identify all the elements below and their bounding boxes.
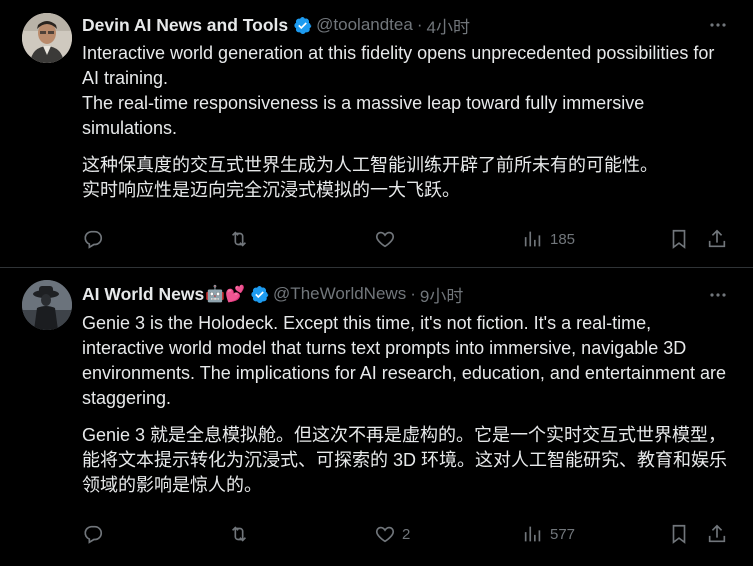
tweet-text-en-1: Interactive world generation at this fid… [82, 43, 715, 88]
timestamp[interactable]: 9小时 [420, 282, 463, 307]
bookmark-icon [672, 524, 686, 544]
like-count: 2 [402, 525, 411, 543]
tweet-text-zh: Genie 3 就是全息模拟舱。但这次不再是虚构的。它是一个实时交互式世界模型，… [82, 425, 728, 495]
reply-icon [84, 230, 103, 249]
views-count: 577 [550, 525, 576, 543]
bookmark-button[interactable] [668, 227, 690, 251]
tweet-text: Genie 3 is the Holodeck. Except this tim… [82, 311, 732, 498]
separator: · [416, 15, 423, 34]
verified-icon [294, 16, 312, 34]
tweet-text-en-2: The real-time responsiveness is a massiv… [82, 93, 645, 138]
tweet-header: Devin AI News and Tools @toolandtea · 4小… [82, 12, 470, 38]
like-icon [376, 526, 394, 543]
tweet-text-en: Genie 3 is the Holodeck. Except this tim… [82, 313, 727, 408]
bookmark-button[interactable] [668, 522, 690, 546]
like-button[interactable] [374, 227, 402, 251]
views-icon [524, 231, 541, 247]
tweet-header: AI World News 🤖💕 @TheWorldNews · 9小时 [82, 281, 463, 307]
retweet-icon [231, 526, 247, 542]
views-button[interactable]: 577 [522, 522, 575, 546]
more-icon[interactable] [707, 14, 729, 36]
reply-icon [84, 525, 103, 544]
avatar-photo [22, 13, 72, 63]
tweet[interactable]: Devin AI News and Tools @toolandtea · 4小… [0, 0, 753, 267]
views-icon [524, 526, 541, 542]
tweet[interactable]: AI World News 🤖💕 @TheWorldNews · 9小时 Gen… [0, 268, 753, 566]
tweet-actions: 185 [82, 227, 742, 251]
author-handle[interactable]: @TheWorldNews [273, 284, 406, 304]
verified-icon [251, 285, 269, 303]
name-emojis: 🤖💕 [205, 286, 246, 303]
views-count: 185 [550, 230, 576, 248]
tweet-text: Interactive world generation at this fid… [82, 41, 732, 203]
tweet-text-zh-2: 实时响应性是迈向完全沉浸式模拟的一大飞跃。 [82, 180, 460, 200]
share-icon [708, 524, 726, 543]
retweet-button[interactable] [228, 227, 256, 251]
author-handle[interactable]: @toolandtea [316, 15, 413, 35]
timestamp[interactable]: 4小时 [427, 13, 470, 38]
avatar[interactable] [22, 13, 72, 63]
like-icon [376, 231, 394, 248]
views-button[interactable]: 185 [522, 227, 575, 251]
avatar[interactable] [22, 280, 72, 330]
share-button[interactable] [706, 522, 728, 546]
share-icon [708, 229, 726, 248]
retweet-button[interactable] [228, 522, 256, 546]
author-name[interactable]: AI World News [82, 284, 204, 305]
avatar-photo [22, 280, 72, 330]
tweet-text-zh-1: 这种保真度的交互式世界生成为人工智能训练开辟了前所未有的可能性。 [82, 155, 658, 175]
more-icon[interactable] [707, 284, 729, 306]
author-name[interactable]: Devin AI News and Tools [82, 15, 288, 36]
tweet-actions: 2 577 [82, 522, 742, 546]
like-button[interactable]: 2 [374, 522, 410, 546]
share-button[interactable] [706, 227, 728, 251]
reply-button[interactable] [82, 522, 110, 546]
bookmark-icon [672, 229, 686, 249]
reply-button[interactable] [82, 227, 110, 251]
retweet-icon [231, 231, 247, 247]
separator: · [410, 284, 416, 303]
